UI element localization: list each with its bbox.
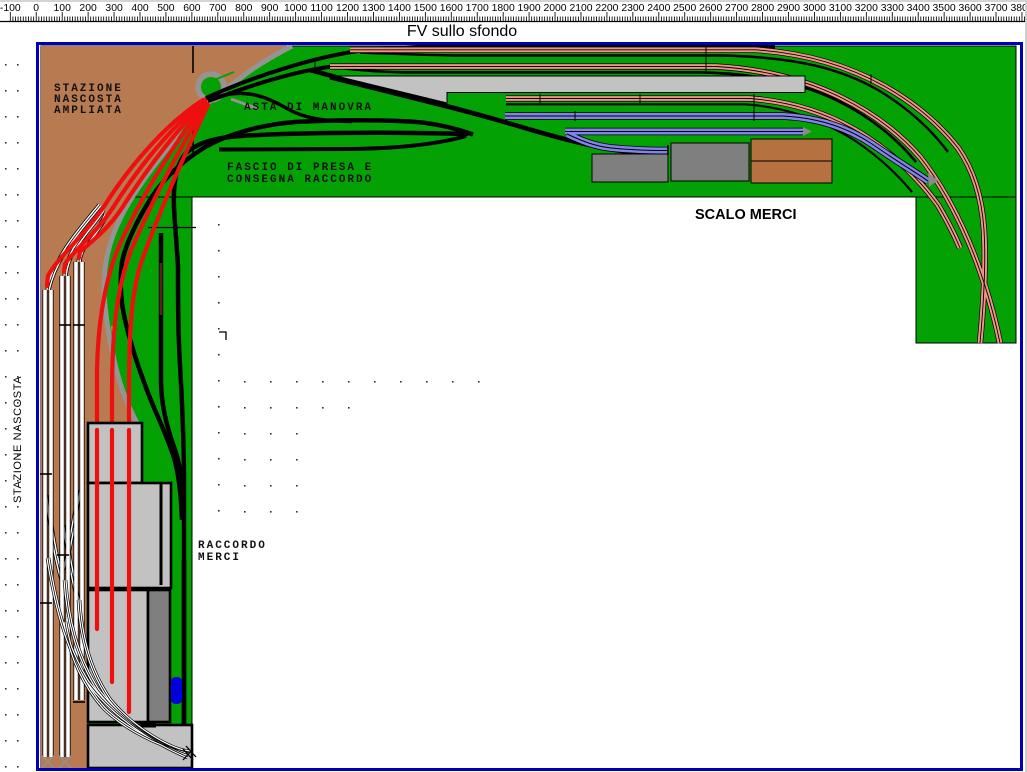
svg-text:ASTA DI MANOVRA: ASTA DI MANOVRA <box>244 102 373 114</box>
svg-text:SCALO MERCI: SCALO MERCI <box>695 207 797 223</box>
svg-text:3200: 3200 <box>855 3 878 14</box>
svg-text:FASCIO DI PRESA E: FASCIO DI PRESA E <box>227 162 373 174</box>
svg-text:900: 900 <box>261 3 279 14</box>
svg-text:2100: 2100 <box>569 3 592 14</box>
svg-text:2200: 2200 <box>595 3 618 14</box>
svg-text:600: 600 <box>183 3 201 14</box>
svg-text:1800: 1800 <box>492 3 515 14</box>
svg-text:700: 700 <box>209 3 227 14</box>
svg-text:1100: 1100 <box>310 3 333 14</box>
svg-text:2000: 2000 <box>543 3 566 14</box>
svg-text:STAZIONE NASCOSTA: STAZIONE NASCOSTA <box>12 376 24 503</box>
svg-text:2600: 2600 <box>699 3 722 14</box>
svg-text:2500: 2500 <box>673 3 696 14</box>
svg-text:100: 100 <box>54 3 72 14</box>
svg-text:3400: 3400 <box>907 3 930 14</box>
svg-text:0: 0 <box>33 3 39 14</box>
svg-text:3300: 3300 <box>881 3 904 14</box>
svg-text:300: 300 <box>105 3 123 14</box>
svg-text:2700: 2700 <box>725 3 748 14</box>
svg-text:3700: 3700 <box>984 3 1007 14</box>
svg-text:3000: 3000 <box>803 3 826 14</box>
svg-text:1600: 1600 <box>440 3 463 14</box>
svg-text:1300: 1300 <box>362 3 385 14</box>
svg-text:1000: 1000 <box>284 3 307 14</box>
svg-text:1400: 1400 <box>388 3 411 14</box>
svg-text:1500: 1500 <box>414 3 437 14</box>
svg-text:3800: 3800 <box>1010 3 1027 14</box>
svg-text:FV sullo sfondo: FV sullo sfondo <box>407 23 517 40</box>
svg-text:-100: -100 <box>0 3 21 14</box>
svg-text:2800: 2800 <box>751 3 774 14</box>
svg-text:MERCI: MERCI <box>198 552 241 564</box>
svg-text:2400: 2400 <box>647 3 670 14</box>
svg-text:400: 400 <box>131 3 149 14</box>
svg-text:RACCORDO: RACCORDO <box>198 540 267 552</box>
svg-text:CONSEGNA RACCORDO: CONSEGNA RACCORDO <box>227 174 373 186</box>
svg-text:1900: 1900 <box>518 3 541 14</box>
svg-text:1200: 1200 <box>336 3 359 14</box>
svg-text:1700: 1700 <box>466 3 489 14</box>
svg-text:500: 500 <box>157 3 175 14</box>
svg-text:2900: 2900 <box>777 3 800 14</box>
svg-text:AMPLIATA: AMPLIATA <box>54 105 123 117</box>
svg-text:3500: 3500 <box>933 3 956 14</box>
svg-text:3100: 3100 <box>829 3 852 14</box>
svg-text:2300: 2300 <box>621 3 644 14</box>
svg-text:800: 800 <box>235 3 253 14</box>
svg-text:3600: 3600 <box>959 3 982 14</box>
svg-text:200: 200 <box>79 3 97 14</box>
